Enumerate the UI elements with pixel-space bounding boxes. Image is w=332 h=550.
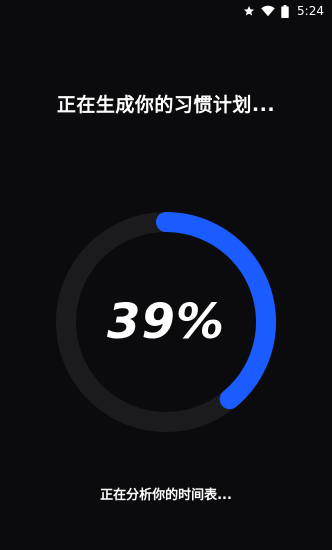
battery-icon: [281, 4, 289, 18]
habit-plan-generating-screen: 5:24 正在生成你的习惯计划... 39% 正在分析你的时间表...: [0, 0, 332, 550]
progress-percent-label: 39%: [107, 294, 225, 350]
analysis-status-text: 正在分析你的时间表...: [100, 488, 232, 503]
status-icons: 5:24: [243, 3, 324, 19]
page-title: 正在生成你的习惯计划...: [56, 94, 276, 116]
wifi-icon: [261, 5, 275, 17]
status-time: 5:24: [297, 4, 324, 18]
status-bar: 5:24: [0, 0, 332, 22]
progress-ring: 39%: [55, 211, 277, 433]
star-icon: [243, 5, 255, 17]
